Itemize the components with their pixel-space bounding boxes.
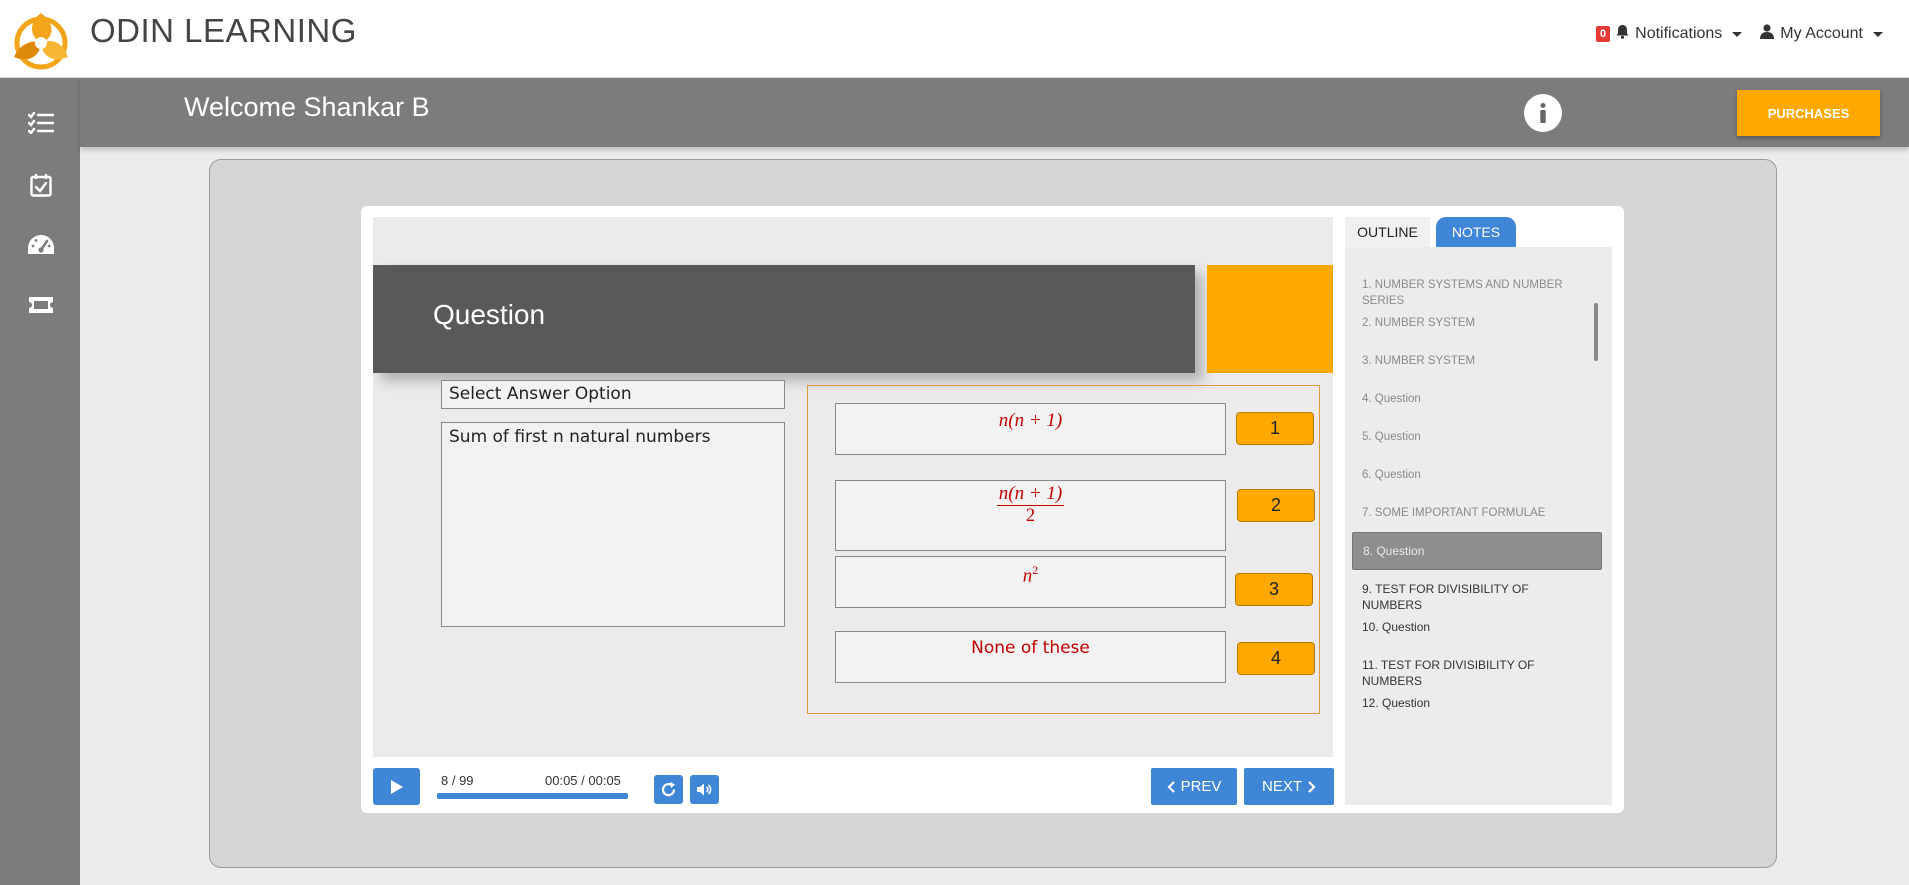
replay-icon [661,782,676,797]
progress-fill [437,793,628,799]
speedometer-icon[interactable] [26,230,56,260]
info-icon[interactable] [1524,94,1562,132]
chevron-down-icon [1873,31,1883,37]
left-sidebar [0,78,80,885]
outline-tabs: OUTLINE NOTES [1345,217,1612,247]
outline-item[interactable]: 2. NUMBER SYSTEM [1352,311,1602,335]
outline-item[interactable]: 10. Question [1352,615,1602,639]
option-2-numerator: n(n + 1) [996,483,1065,506]
list-check-icon[interactable] [26,108,56,138]
option-1-formula: n(n + 1) [998,410,1063,431]
option-2-text: n(n + 1) 2 [835,480,1226,551]
outline-item[interactable]: 1. NUMBER SYSTEMS AND NUMBER SERIES [1352,273,1602,313]
prev-button[interactable]: PREV [1151,768,1237,805]
option-3-formula: n2 [1023,563,1039,607]
bell-icon [1616,24,1629,44]
progress-bar[interactable] [437,793,628,799]
option-2-fraction: n(n + 1) 2 [996,483,1065,550]
notifications-dropdown[interactable]: 0 Notifications [1596,24,1743,44]
option-3-button[interactable]: 3 [1235,573,1313,606]
option-2-button[interactable]: 2 [1237,489,1315,522]
option-4-label: None of these [971,638,1090,658]
welcome-banner: Welcome Shankar B PURCHASES [80,78,1909,147]
option-3-exponent: 2 [1032,563,1039,577]
account-dropdown[interactable]: My Account [1760,24,1883,44]
volume-icon [697,783,712,796]
outline-item[interactable]: 9. TEST FOR DIVISIBILITY OF NUMBERS [1352,577,1602,617]
purchases-button[interactable]: PURCHASES [1737,90,1880,136]
tab-notes[interactable]: NOTES [1436,217,1516,247]
user-icon [1760,24,1775,44]
play-button[interactable] [373,768,420,805]
app-title: ODIN LEARNING [90,12,357,49]
outline-list: 1. NUMBER SYSTEMS AND NUMBER SERIES 2. NU… [1345,247,1612,805]
option-1-button[interactable]: 1 [1236,412,1314,445]
select-answer-label: Select Answer Option [441,380,785,409]
play-icon [390,779,403,794]
option-3-text: n2 [835,556,1226,608]
odin-logo-icon[interactable] [6,5,76,75]
option-4-text: None of these [835,631,1226,683]
time-display: 00:05 / 00:05 [545,773,621,788]
outline-item[interactable]: 6. Question [1352,463,1602,487]
outline-item[interactable]: 12. Question [1352,691,1602,715]
outline-item[interactable]: 8. Question [1352,532,1602,570]
chevron-left-icon [1167,780,1175,793]
option-3-base: n [1022,565,1033,587]
outline-panel: OUTLINE NOTES 1. NUMBER SYSTEMS AND NUMB… [1345,217,1612,805]
player-controls: 8 / 99 00:05 / 00:05 PREV NEXT [373,757,1334,807]
next-button[interactable]: NEXT [1244,768,1334,805]
slide-canvas: Question Select Answer Option Sum of fir… [373,217,1333,757]
replay-button[interactable] [654,775,683,804]
top-navbar: ODIN LEARNING 0 Notifications My Account [0,0,1909,78]
chevron-down-icon [1732,31,1743,37]
outline-item[interactable]: 3. NUMBER SYSTEM [1352,349,1602,373]
notification-count-badge: 0 [1596,26,1611,42]
chevron-right-icon [1308,780,1316,793]
question-text: Sum of first n natural numbers [441,422,785,627]
welcome-text: Welcome Shankar B [184,92,430,122]
calendar-check-icon[interactable] [26,170,56,200]
notifications-label: Notifications [1635,25,1723,42]
outline-item[interactable]: 7. SOME IMPORTANT FORMULAE [1352,501,1602,525]
decorative-orange-block [1207,265,1333,373]
option-4-button[interactable]: 4 [1237,642,1315,675]
ticket-icon[interactable] [26,290,56,320]
option-1-text: n(n + 1) [835,403,1226,455]
prev-label: PREV [1180,778,1222,795]
next-label: NEXT [1261,778,1302,795]
outline-item[interactable]: 4. Question [1352,387,1602,411]
volume-button[interactable] [690,775,719,804]
slide-title: Question [433,299,546,330]
outline-item[interactable]: 11. TEST FOR DIVISIBILITY OF NUMBERS [1352,653,1602,693]
tab-outline[interactable]: OUTLINE [1345,217,1430,247]
question-header-bar: Question [373,265,1195,373]
account-label: My Account [1780,25,1863,42]
outline-item[interactable]: 5. Question [1352,425,1602,449]
option-2-denominator: 2 [1025,504,1036,526]
slide-counter: 8 / 99 [441,773,474,788]
